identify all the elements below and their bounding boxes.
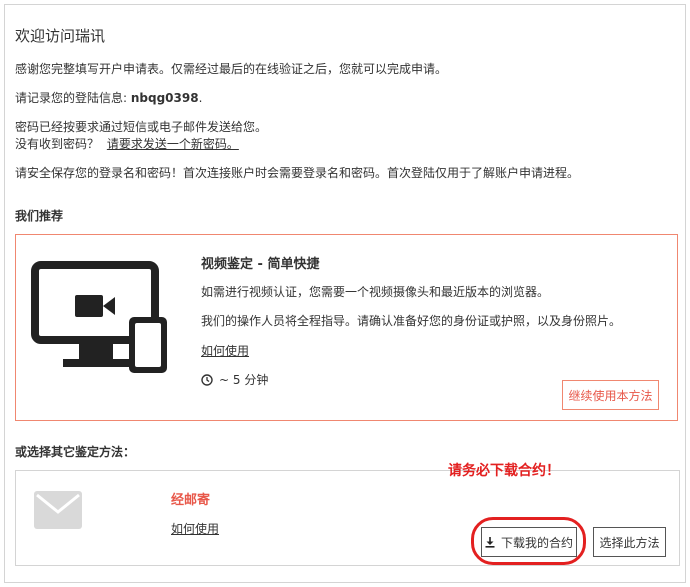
other-methods-heading: 或选择其它鉴定方法： bbox=[15, 445, 136, 459]
page-title: 欢迎访问瑞讯 bbox=[15, 27, 106, 45]
recommend-heading: 我们推荐 bbox=[15, 209, 64, 223]
video-how-to-link[interactable]: 如何使用 bbox=[201, 342, 249, 359]
computer-phone-video-icon bbox=[31, 261, 167, 373]
password-resend-row: 没有收到密码？ 请要求发送一个新密码。 bbox=[15, 135, 239, 152]
mail-how-to-link[interactable]: 如何使用 bbox=[171, 520, 219, 537]
clock-icon bbox=[201, 373, 213, 386]
annotation-text: 请务必下载合约！ bbox=[448, 463, 560, 479]
envelope-icon bbox=[34, 491, 82, 529]
login-info-suffix: . bbox=[198, 91, 203, 105]
page-container: 欢迎访问瑞讯 感谢您完整填写开户申请表。仅需经过最后的在线验证之后，您就可以完成… bbox=[4, 4, 686, 583]
video-verification-card: 视频鉴定 - 简单快捷 如需进行视频认证，您需要一个视频摄像头和最近版本的浏览器… bbox=[15, 234, 678, 421]
continue-method-button[interactable]: 继续使用本方法 bbox=[562, 380, 659, 410]
annotation-ellipse bbox=[471, 517, 586, 565]
mail-title: 经邮寄 bbox=[171, 493, 211, 508]
duration-row: ~ 5 分钟 bbox=[201, 371, 268, 388]
password-sent-text: 密码已经按要求通过短信或电子邮件发送给您。 bbox=[15, 120, 268, 134]
login-info-prefix: 请记录您的登陆信息: bbox=[15, 91, 131, 105]
video-card-line-2: 我们的操作人员将全程指导。请确认准备好您的身份证或护照，以及身份照片。 bbox=[201, 314, 622, 328]
not-received-text: 没有收到密码？ bbox=[15, 137, 100, 151]
intro-text: 感谢您完整填写开户申请表。仅需经过最后的在线验证之后，您就可以完成申请。 bbox=[15, 62, 448, 76]
login-id: nbqg0398 bbox=[130, 91, 199, 105]
choose-method-button[interactable]: 选择此方法 bbox=[593, 527, 666, 557]
video-card-line-1: 如需进行视频认证，您需要一个视频摄像头和最近版本的浏览器。 bbox=[201, 285, 550, 299]
request-new-password-link[interactable]: 请要求发送一个新密码。 bbox=[107, 137, 239, 151]
video-card-title: 视频鉴定 - 简单快捷 bbox=[201, 257, 320, 272]
login-info: 请记录您的登陆信息: nbqg0398. bbox=[15, 89, 202, 106]
security-note: 请安全保存您的登录名和密码！首次连接账户时会需要登录名和密码。首次登陆仅用于了解… bbox=[15, 166, 580, 180]
duration-text: ~ 5 分钟 bbox=[219, 373, 269, 387]
